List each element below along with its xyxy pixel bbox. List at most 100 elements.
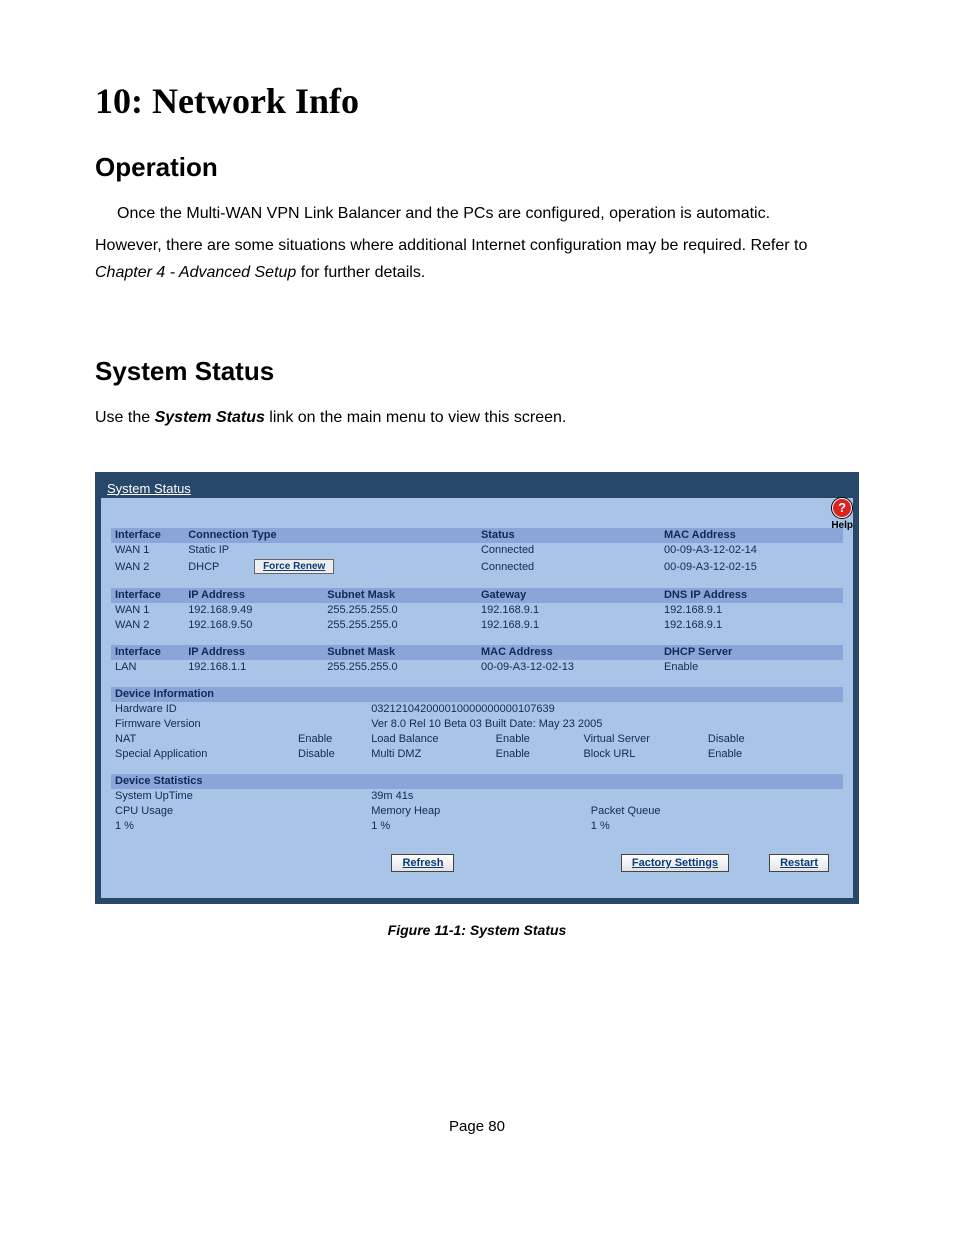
special-app-value: Disable (294, 747, 367, 762)
refresh-button[interactable]: Refresh (391, 854, 454, 872)
col-ip-address: IP Address (184, 645, 323, 660)
cell: 255.255.255.0 (323, 603, 477, 618)
text: link on the main menu to view this scree… (265, 409, 566, 426)
device-stats-title: Device Statistics (111, 774, 843, 789)
panel-title-text: System Status (107, 481, 191, 496)
cell: WAN 1 (111, 543, 184, 558)
memory-heap-value: 1 % (367, 819, 587, 834)
cell: 192.168.9.50 (184, 618, 323, 633)
force-renew-button[interactable]: Force Renew (254, 559, 334, 574)
help-corner: ? Help (831, 498, 853, 531)
connection-table: Interface Connection Type Status MAC Add… (111, 528, 843, 576)
cell: WAN 1 (111, 603, 184, 618)
load-balance-value: Enable (492, 732, 580, 747)
text: Use the (95, 409, 155, 426)
cell: Static IP (184, 543, 477, 558)
operation-paragraph-2: However, there are some situations where… (95, 233, 859, 286)
cpu-usage-value: 1 % (111, 819, 367, 834)
system-status-link-label: System Status (155, 409, 265, 426)
multi-dmz-label: Multi DMZ (367, 747, 491, 762)
table-row: CPU Usage Memory Heap Packet Queue (111, 804, 843, 819)
cell: Force Renew (250, 558, 477, 576)
cpu-usage-label: CPU Usage (111, 804, 367, 819)
multi-dmz-value: Enable (492, 747, 580, 762)
cell: 192.168.9.1 (660, 618, 843, 633)
table-row: Hardware ID 0321210420000100000000001076… (111, 702, 843, 717)
cell: WAN 2 (111, 558, 184, 576)
block-url-label: Block URL (579, 747, 703, 762)
page-number: Page 80 (95, 1118, 859, 1135)
device-info-title: Device Information (111, 687, 843, 702)
factory-settings-button[interactable]: Factory Settings (621, 854, 729, 872)
cell: 255.255.255.0 (323, 660, 477, 675)
cell: 192.168.9.49 (184, 603, 323, 618)
help-icon[interactable]: ? (832, 498, 852, 518)
table-row: WAN 2 DHCP Force Renew Connected 00-09-A… (111, 558, 843, 576)
table-header-row: Interface IP Address Subnet Mask Gateway… (111, 588, 843, 603)
packet-queue-value: 1 % (587, 819, 843, 834)
col-dhcp-server: DHCP Server (660, 645, 843, 660)
col-mac-address: MAC Address (477, 645, 660, 660)
table-row: WAN 1 192.168.9.49 255.255.255.0 192.168… (111, 603, 843, 618)
cell: WAN 2 (111, 618, 184, 633)
virtual-server-label: Virtual Server (579, 732, 703, 747)
table-header-row: Interface IP Address Subnet Mask MAC Add… (111, 645, 843, 660)
hardware-id-label: Hardware ID (111, 702, 367, 717)
col-mac-address: MAC Address (660, 528, 843, 543)
cell: 192.168.9.1 (660, 603, 843, 618)
nat-label: NAT (111, 732, 294, 747)
cell: 192.168.1.1 (184, 660, 323, 675)
cell: Connected (477, 543, 660, 558)
table-header-row: Interface Connection Type Status MAC Add… (111, 528, 843, 543)
cell: 00-09-A3-12-02-14 (660, 543, 843, 558)
hardware-id-value: 032121042000010000000000107639 (367, 702, 843, 717)
firmware-value: Ver 8.0 Rel 10 Beta 03 Built Date: May 2… (367, 717, 843, 732)
cell: LAN (111, 660, 184, 675)
table-row: NAT Enable Load Balance Enable Virtual S… (111, 732, 843, 747)
text: for further details. (296, 264, 425, 281)
table-row: Firmware Version Ver 8.0 Rel 10 Beta 03 … (111, 717, 843, 732)
table-row: WAN 2 192.168.9.50 255.255.255.0 192.168… (111, 618, 843, 633)
device-information-table: Device Information Hardware ID 032121042… (111, 687, 843, 762)
device-info-title-row: Device Information (111, 687, 843, 702)
uptime-label: System UpTime (111, 789, 367, 804)
table-row: System UpTime 39m 41s (111, 789, 843, 804)
advanced-setup-ref: Chapter 4 - Advanced Setup (95, 264, 296, 281)
table-row: WAN 1 Static IP Connected 00-09-A3-12-02… (111, 543, 843, 558)
firmware-label: Firmware Version (111, 717, 367, 732)
table-row: LAN 192.168.1.1 255.255.255.0 00-09-A3-1… (111, 660, 843, 675)
nat-value: Enable (294, 732, 367, 747)
col-dns-ip: DNS IP Address (660, 588, 843, 603)
memory-heap-label: Memory Heap (367, 804, 587, 819)
help-label[interactable]: Help (831, 520, 853, 531)
load-balance-label: Load Balance (367, 732, 491, 747)
cell: 00-09-A3-12-02-15 (660, 558, 843, 576)
lan-table: Interface IP Address Subnet Mask MAC Add… (111, 645, 843, 675)
col-ip-address: IP Address (184, 588, 323, 603)
virtual-server-value: Disable (704, 732, 843, 747)
uptime-value: 39m 41s (367, 789, 843, 804)
panel-title: System Status (101, 478, 853, 498)
system-status-intro: Use the System Status link on the main m… (95, 405, 859, 431)
col-connection-type: Connection Type (184, 528, 477, 543)
col-interface: Interface (111, 588, 184, 603)
special-app-label: Special Application (111, 747, 294, 762)
cell: DHCP (184, 558, 250, 576)
table-row: Special Application Disable Multi DMZ En… (111, 747, 843, 762)
cell: 00-09-A3-12-02-13 (477, 660, 660, 675)
col-subnet-mask: Subnet Mask (323, 588, 477, 603)
restart-button[interactable]: Restart (769, 854, 829, 872)
cell: Connected (477, 558, 660, 576)
col-interface: Interface (111, 528, 184, 543)
action-bar: Refresh Factory Settings Restart (111, 846, 843, 882)
device-statistics-table: Device Statistics System UpTime 39m 41s … (111, 774, 843, 834)
text: However, there are some situations where… (95, 237, 807, 254)
operation-paragraph-1: Once the Multi-WAN VPN Link Balancer and… (95, 201, 859, 227)
figure-caption: Figure 11-1: System Status (95, 922, 859, 938)
col-gateway: Gateway (477, 588, 660, 603)
wan-ip-table: Interface IP Address Subnet Mask Gateway… (111, 588, 843, 633)
table-row: 1 % 1 % 1 % (111, 819, 843, 834)
system-status-panel: System Status ? Help Interface Connectio… (95, 472, 859, 904)
packet-queue-label: Packet Queue (587, 804, 843, 819)
operation-heading: Operation (95, 152, 859, 183)
